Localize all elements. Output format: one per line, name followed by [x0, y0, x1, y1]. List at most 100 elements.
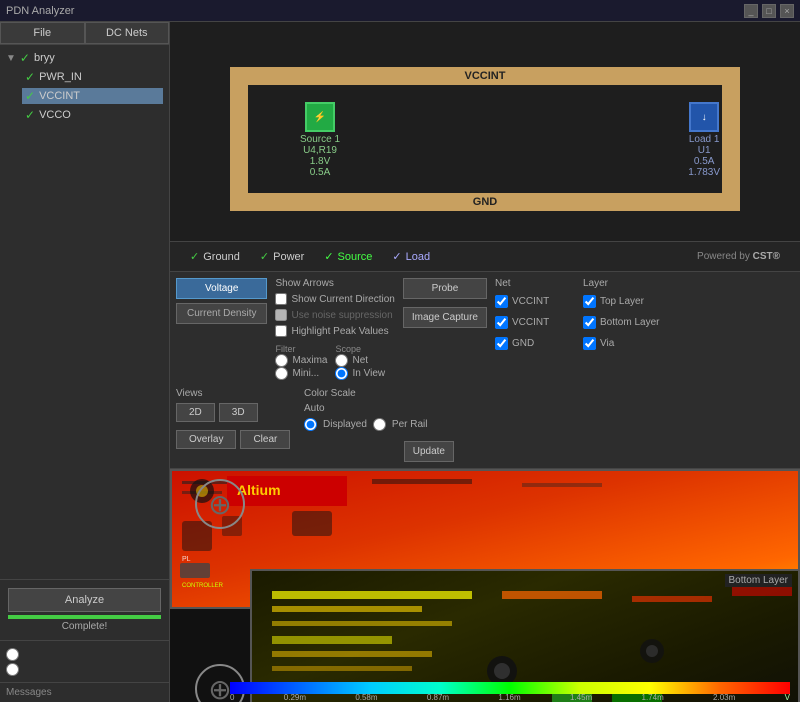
net-vccint-2-checkbox[interactable]: [495, 316, 508, 329]
sidebar-item-vcco[interactable]: ✓ VCCO: [22, 107, 163, 123]
net-gnd-checkbox[interactable]: [495, 337, 508, 350]
voltage-button[interactable]: Voltage: [176, 278, 267, 299]
highlight-peak-label: Highlight Peak Values: [291, 326, 388, 337]
root-label: bryy: [34, 52, 55, 64]
bottom-bus-label: GND: [473, 196, 497, 208]
color-scale-title: Color Scale: [304, 388, 454, 399]
2d-button[interactable]: 2D: [176, 403, 215, 422]
filter-section: Filter Maxima Mini... Scope: [275, 344, 394, 380]
layer-title: Layer: [583, 278, 683, 289]
displayed-row: Displayed Per Rail: [304, 418, 454, 431]
highlight-peak-checkbox[interactable]: [275, 325, 287, 337]
tree-collapse-icon[interactable]: ▼: [6, 53, 16, 64]
analyze-button[interactable]: Analyze: [8, 588, 161, 612]
maximize-button[interactable]: □: [762, 4, 776, 18]
bottom-layer-checkbox[interactable]: [583, 316, 596, 329]
close-button[interactable]: ×: [780, 4, 794, 18]
arrows-title: Show Arrows: [275, 278, 394, 289]
complete-label: Complete!: [8, 621, 161, 632]
load-icon: ↓: [689, 102, 719, 132]
load-label: Load 1 U1 0.5A 1.783V: [688, 134, 720, 178]
pcb-viewer[interactable]: Altium PL CONTROLLER: [170, 469, 800, 702]
minima-row: Mini...: [275, 367, 327, 380]
load-legend-text: Load: [406, 251, 430, 263]
vcco-label: VCCO: [39, 109, 71, 121]
grad-label-2: 0.58m: [355, 693, 377, 702]
specify-row: [6, 663, 163, 676]
via-checkbox[interactable]: [583, 337, 596, 350]
svg-text:CONTROLLER: CONTROLLER: [182, 583, 224, 589]
noise-suppression-label: Use noise suppression: [291, 310, 392, 321]
view-btn-row-2: Overlay Clear: [176, 430, 296, 449]
top-layer-item: Top Layer: [583, 295, 683, 308]
noise-suppression-checkbox[interactable]: [275, 309, 287, 321]
sidebar-item-vccint[interactable]: ✓ VCCINT: [22, 88, 163, 104]
vccint-label: VCCINT: [39, 90, 80, 102]
grad-label-4: 1.16m: [498, 693, 520, 702]
compass-bottom-icon: ⊕: [208, 673, 231, 702]
per-rail-radio[interactable]: [373, 418, 386, 431]
bottom-layer-badge: Bottom Layer: [725, 574, 792, 587]
3d-button[interactable]: 3D: [219, 403, 258, 422]
file-tab[interactable]: File: [0, 22, 85, 44]
top-layer-checkbox[interactable]: [583, 295, 596, 308]
net-label: Net: [352, 355, 368, 366]
bottom-layer-label: Bottom Layer: [600, 317, 659, 328]
powered-by-text: Powered by: [697, 251, 750, 262]
messages-section: Messages: [0, 682, 169, 702]
view-btn-row-1: 2D 3D: [176, 403, 296, 422]
bottom-layer-item: Bottom Layer: [583, 316, 683, 329]
net-vccint-1-checkbox[interactable]: [495, 295, 508, 308]
main-layout: File DC Nets ▼ ✓ bryy ✓ PWR_IN ✓ VCCINT …: [0, 22, 800, 702]
current-density-button[interactable]: Current Density: [176, 303, 267, 324]
slider-radio[interactable]: [6, 648, 19, 661]
vccint-check-icon: ✓: [25, 89, 35, 103]
top-bus-label: VCCINT: [465, 70, 506, 82]
top-bus: VCCINT: [230, 67, 740, 85]
scope-group: Scope Net In View: [335, 344, 385, 380]
arrows-section: Show Arrows Show Current Direction Use n…: [275, 278, 394, 380]
overlay-button[interactable]: Overlay: [176, 430, 236, 449]
noise-suppression-row: Use noise suppression: [275, 309, 394, 321]
source-check-icon: ✓: [324, 250, 333, 263]
show-current-checkbox[interactable]: [275, 293, 287, 305]
messages-title: Messages: [6, 687, 163, 698]
powered-by: Powered by CST®: [697, 251, 780, 262]
filter-group: Filter Maxima Mini...: [275, 344, 327, 380]
per-rail-label: Per Rail: [392, 419, 428, 430]
bottom-bus: GND: [230, 193, 740, 211]
net-radio[interactable]: [335, 354, 348, 367]
maxima-label: Maxima: [292, 355, 327, 366]
update-button[interactable]: Update: [404, 441, 454, 462]
inview-row: In View: [335, 367, 385, 380]
displayed-radio[interactable]: [304, 418, 317, 431]
tree-root: ▼ ✓ bryy: [6, 51, 163, 65]
net-vccint-1-label: VCCINT: [512, 296, 549, 307]
net-item-1: VCCINT: [495, 316, 575, 329]
color-scale-section: Color Scale Auto Displayed Per Rail Upda…: [304, 388, 454, 462]
minima-label: Mini...: [292, 368, 319, 379]
minima-radio[interactable]: [275, 367, 288, 380]
grad-label-unit: V: [785, 693, 790, 702]
image-capture-button[interactable]: Image Capture: [403, 307, 487, 328]
net-item-0: VCCINT: [495, 295, 575, 308]
via-item: Via: [583, 337, 683, 350]
legend-source: ✓ Source: [324, 250, 372, 263]
maxima-radio[interactable]: [275, 354, 288, 367]
minimize-button[interactable]: _: [744, 4, 758, 18]
specify-radio[interactable]: [6, 663, 19, 676]
right-bus: [722, 67, 740, 211]
grad-label-6: 1.74m: [642, 693, 664, 702]
inview-label: In View: [352, 368, 385, 379]
grad-label-3: 0.87m: [427, 693, 449, 702]
inview-radio[interactable]: [335, 367, 348, 380]
source-component: ⚡ Source 1 U4,R19 1.8V 0.5A: [300, 102, 340, 178]
dc-nets-tab[interactable]: DC Nets: [85, 22, 170, 44]
sidebar-item-pwr-in[interactable]: ✓ PWR_IN: [22, 69, 163, 85]
probe-button[interactable]: Probe: [403, 278, 487, 299]
slider-row: [6, 648, 163, 661]
window-controls[interactable]: _ □ ×: [744, 4, 794, 18]
legend-load: ✓ Load: [392, 250, 430, 263]
grad-label-7: 2.03m: [713, 693, 735, 702]
clear-button[interactable]: Clear: [240, 430, 290, 449]
